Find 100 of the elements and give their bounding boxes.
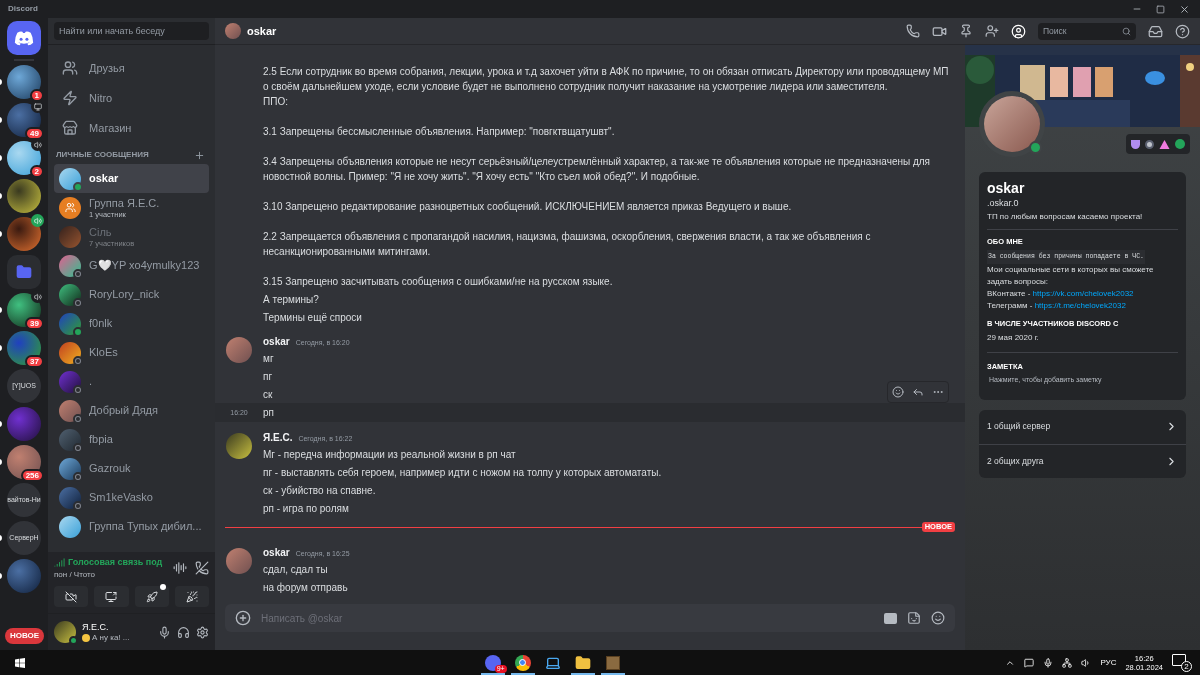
notifications-button[interactable]: 2 (1172, 653, 1192, 672)
custom-status: А ну ка! ... (92, 632, 130, 643)
server-icon[interactable] (7, 179, 41, 213)
avatar (59, 428, 81, 451)
dm-item[interactable]: G🤍YP xo4ymulky123 (54, 251, 209, 280)
dm-item[interactable]: Sm1keVasko (54, 483, 209, 512)
settings-icon[interactable] (196, 625, 209, 639)
dm-item[interactable]: . (54, 367, 209, 396)
nav-item[interactable]: Nitro (54, 83, 209, 113)
call-icon[interactable] (906, 24, 920, 38)
crate-icon[interactable] (605, 655, 620, 670)
attach-icon[interactable] (235, 610, 251, 626)
avatar (59, 399, 81, 422)
add-friend-icon[interactable] (985, 24, 999, 38)
dm-name: KloEs (89, 346, 118, 359)
chat-tray-icon[interactable] (1024, 657, 1035, 668)
avatar (226, 548, 252, 574)
message-text: 2.5 Если сотрудник во время собрания, лекции, урока и т.д захочет уйти в АФК по причине, то он обязан отписать Директору или проводящему МП о своём дальнейшем уходе, если условие будет не выполнено сотрудник получит наказание на усмотрение лидера или заместителя. ППО: 3.1 Запрещены бессмысленные объявления. Например: "повгктвщатушвт". 3.4 Запрещены объявления которые не несут серьёзный/целеустремлённый характер, а так-же те объявления которые не предназначены для новостной волны. Пример: "Я не хочу жить". "Я хочу есть" "Кто съел мой обед?". И подобные. 3.10 Запрещено редактирование разноцветных сообщений. ИСКЛЮЧЕНИЕМ является приказ Ведущего и выше. 2.2 Запрещается объявления с пропагандой насилия, нацизма, фашизма, оскорбления, свержения власти, а так же объявления с несанкционированными митингами. 3.15 Запрещено засчитывать сообщения с ошибками/не на русском языке. (263, 64, 949, 289)
disconnect-icon[interactable] (195, 561, 209, 576)
rocket-button[interactable] (134, 586, 169, 607)
dm-item[interactable]: oskar (54, 164, 209, 193)
message-text: пг - выставлять себя героем, например идти с ножом на толпу у которых автомататы. (263, 465, 662, 480)
plus-icon[interactable] (194, 149, 205, 161)
display-name: oskar (987, 180, 1026, 197)
mention-badge: 256 (20, 469, 44, 482)
dm-item[interactable]: Gazrouk (54, 454, 209, 483)
avatar (59, 457, 81, 480)
member-since-date: 29 мая 2020 г. (987, 331, 1040, 344)
store-icon (62, 120, 78, 136)
maximize-icon[interactable] (1156, 4, 1165, 14)
home-button[interactable] (7, 21, 41, 55)
noise-suppression-icon[interactable] (173, 561, 187, 576)
dm-item[interactable]: Добрый Дядя (54, 396, 209, 425)
about-text: ВКонтакте - (987, 287, 1032, 300)
mutual-row[interactable]: 1 общий сервер (979, 409, 1186, 444)
new-unreads-pill[interactable]: НОВОЕ (5, 628, 45, 644)
user-profile-icon[interactable] (1011, 23, 1026, 39)
dm-search-field[interactable]: Найти или начать беседу (54, 22, 209, 40)
waving-person-icon (62, 60, 78, 76)
dm-item[interactable]: f0nlk (54, 309, 209, 338)
message-text: Мг - передча информации из реальной жизни в рп чат (263, 447, 516, 462)
profile-avatar (984, 96, 1040, 152)
nav-item[interactable]: Друзья (54, 53, 209, 83)
search-field[interactable]: Поиск (1038, 22, 1136, 40)
dm-name: Добрый Дядя (89, 404, 158, 417)
dm-item[interactable]: KloEs (54, 338, 209, 367)
browser-icon[interactable] (514, 654, 531, 671)
voice-channel[interactable]: пон / Чтото (54, 569, 163, 581)
message-author[interactable]: oskar (263, 334, 290, 349)
dm-name: oskar (89, 172, 119, 185)
screen-share-icon (31, 100, 44, 113)
server-icon[interactable] (7, 65, 41, 99)
about-text: Мои социальные сети в которых вы сможете задать вопросы: (987, 263, 1155, 288)
camera-off-button[interactable] (54, 586, 89, 607)
folder-icon[interactable] (574, 654, 591, 671)
profile-link[interactable]: https://t.me/chelovek2032 (1034, 299, 1126, 312)
group-icon (64, 202, 76, 213)
avatar (59, 341, 81, 364)
reaction-icon[interactable] (892, 386, 904, 398)
profile-link[interactable]: https://vk.com/chelovek2032 (1032, 287, 1134, 300)
network-icon[interactable] (1062, 657, 1073, 668)
server-icon[interactable] (7, 141, 41, 175)
nav-item[interactable]: Магазин (54, 113, 209, 143)
avatar (59, 283, 81, 306)
help-icon[interactable] (1175, 23, 1190, 39)
microphone-icon[interactable] (1043, 657, 1054, 668)
dm-item[interactable]: fbpia (54, 425, 209, 454)
message-author[interactable]: Я.Е.С. (263, 430, 293, 445)
message-text: ск - убийство на спавне. (263, 483, 376, 498)
message-text: на форум отправь (263, 580, 348, 595)
dm-name: RoryLory_nick (89, 288, 160, 301)
avatar (225, 23, 241, 39)
server-icon[interactable] (7, 217, 41, 251)
speaker-icon (31, 290, 44, 303)
pin-icon[interactable] (959, 24, 973, 38)
emoji-icon (82, 633, 90, 642)
notification-count: 2 (1181, 660, 1192, 672)
screen-button[interactable] (94, 586, 129, 607)
emoji-icon[interactable] (931, 611, 945, 625)
soundboard-button[interactable] (174, 586, 209, 607)
custom-status: ТП по любым вопросам касаемо проекта! (987, 210, 1144, 223)
lightning-icon (62, 90, 78, 106)
volume-icon[interactable] (1081, 657, 1092, 668)
dm-item[interactable]: Группа Тупых дибил... (54, 512, 209, 541)
avatar (59, 254, 81, 277)
inbox-icon[interactable] (1148, 23, 1163, 39)
message-author[interactable]: oskar (263, 545, 290, 560)
sticker-icon[interactable] (907, 611, 921, 625)
server-folder[interactable] (7, 255, 41, 289)
mention-badge: 37 (25, 355, 44, 368)
language-indicator[interactable]: РУС (1100, 656, 1117, 669)
mutual-row[interactable]: 2 общих друга (979, 443, 1186, 478)
close-icon[interactable] (1179, 3, 1190, 15)
microphone-icon[interactable] (158, 625, 171, 639)
dm-item[interactable]: RoryLory_nick (54, 280, 209, 309)
headphones-icon[interactable] (177, 625, 190, 639)
server-icon[interactable] (7, 445, 41, 479)
message-text: рп (263, 405, 274, 420)
server-icon[interactable] (7, 331, 41, 365)
reply-icon[interactable] (912, 386, 924, 398)
